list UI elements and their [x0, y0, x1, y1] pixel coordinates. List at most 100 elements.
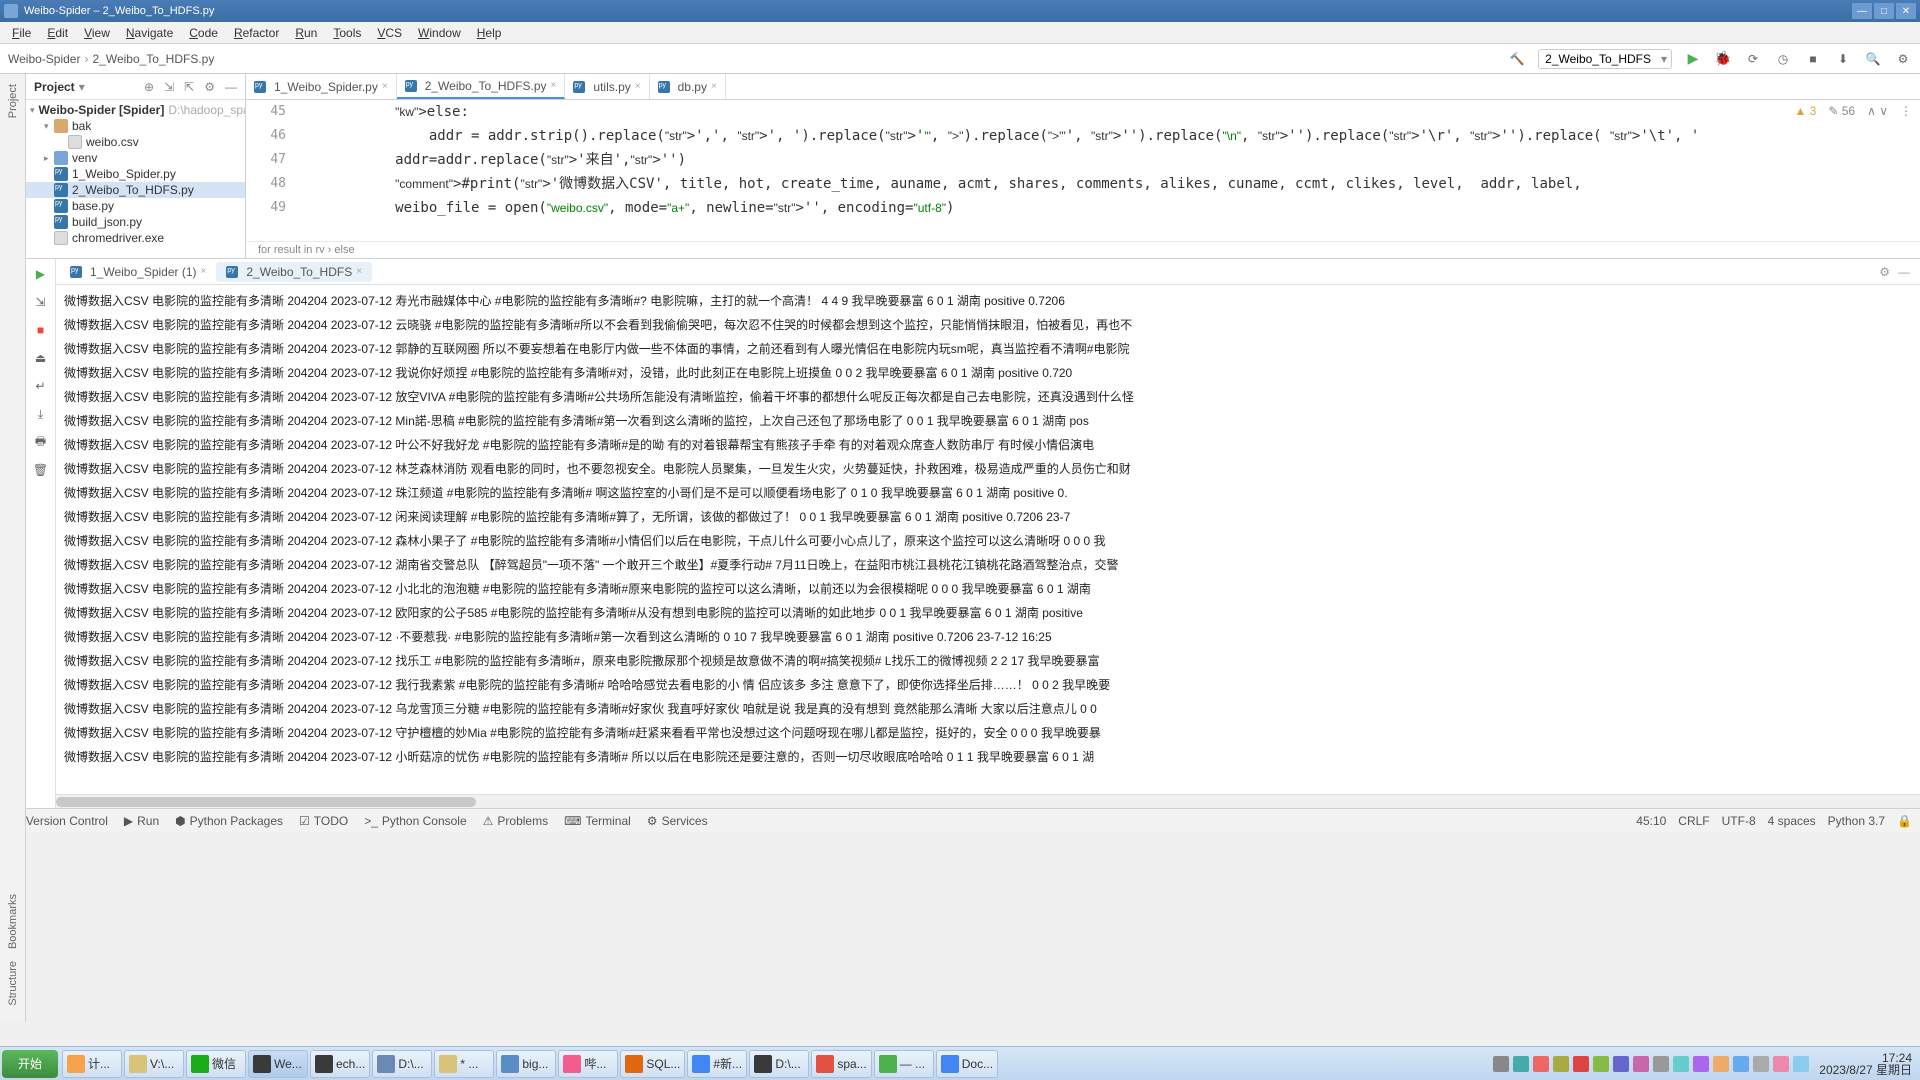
status-4 spaces[interactable]: 4 spaces — [1768, 814, 1816, 828]
taskbar-app[interactable]: * ... — [434, 1050, 494, 1078]
horizontal-scrollbar[interactable] — [56, 794, 1920, 808]
breadcrumb-file[interactable]: 2_Weibo_To_HDFS.py — [92, 52, 214, 66]
nav-chevrons[interactable]: ∧ ∨ — [1867, 104, 1888, 118]
tree-item[interactable]: base.py — [26, 198, 245, 214]
arrow-icon[interactable]: ▾ — [44, 121, 54, 132]
bottom-python-packages[interactable]: ⬢Python Packages — [175, 814, 283, 828]
tray-icon[interactable] — [1753, 1056, 1769, 1072]
close-icon[interactable]: × — [711, 81, 717, 92]
tree-item[interactable]: ▸venv — [26, 150, 245, 166]
menu-refactor[interactable]: Refactor — [226, 24, 287, 42]
run-button[interactable]: ▶ — [1684, 50, 1702, 68]
tray-icon[interactable] — [1573, 1056, 1589, 1072]
bottom-python-console[interactable]: >_Python Console — [364, 814, 466, 828]
tray-icon[interactable] — [1673, 1056, 1689, 1072]
menu-edit[interactable]: Edit — [39, 24, 76, 42]
taskbar-app[interactable]: 哔... — [558, 1050, 618, 1078]
tray-icon[interactable] — [1533, 1056, 1549, 1072]
status-Python 3.7[interactable]: Python 3.7 — [1828, 814, 1885, 828]
run-gear-icon[interactable]: ⚙ — [1879, 265, 1890, 279]
menu-navigate[interactable]: Navigate — [118, 24, 181, 42]
taskbar-app[interactable]: D:\... — [749, 1050, 809, 1078]
status-CRLF[interactable]: CRLF — [1678, 814, 1709, 828]
gear-icon[interactable]: ⚙ — [204, 80, 215, 94]
bottom-terminal[interactable]: ⌨Terminal — [564, 814, 631, 828]
print-icon[interactable]: 🖶 — [32, 433, 50, 451]
build-icon[interactable]: 🔨 — [1508, 50, 1526, 68]
project-tree[interactable]: ▾ Weibo-Spider [Spider] D:\hadoop_spark … — [26, 100, 245, 258]
scrollbar-thumb[interactable] — [56, 797, 476, 807]
minimize-button[interactable]: — — [1852, 3, 1872, 19]
clock[interactable]: 17:24 2023/8/27 星期日 — [1819, 1052, 1912, 1076]
close-icon[interactable]: × — [201, 266, 207, 277]
taskbar-app[interactable]: SQL... — [620, 1050, 685, 1078]
hide-icon[interactable]: — — [225, 80, 237, 94]
tree-item[interactable]: build_json.py — [26, 214, 245, 230]
close-icon[interactable]: × — [551, 80, 557, 91]
warning-icon[interactable]: ▲ 3 — [1794, 104, 1816, 118]
taskbar-app[interactable]: Doc... — [936, 1050, 998, 1078]
soft-wrap-icon[interactable]: ↵ — [32, 377, 50, 395]
run-tab[interactable]: 2_Weibo_To_HDFS× — [216, 262, 372, 282]
menu-tools[interactable]: Tools — [325, 24, 369, 42]
stop-icon[interactable]: ■ — [32, 321, 50, 339]
tray-icon[interactable] — [1513, 1056, 1529, 1072]
tray-icon[interactable] — [1553, 1056, 1569, 1072]
bottom-todo[interactable]: ☑TODO — [299, 814, 348, 828]
sidebar-structure-tab[interactable]: Structure — [7, 955, 19, 1012]
taskbar-app[interactable]: 微信 — [186, 1050, 246, 1078]
bottom-run[interactable]: ▶Run — [124, 814, 159, 828]
taskbar-app[interactable]: V:\... — [124, 1050, 184, 1078]
menu-file[interactable]: File — [4, 24, 39, 42]
close-button[interactable]: ✕ — [1896, 3, 1916, 19]
code-breadcrumb[interactable]: for result in rv › else — [246, 241, 1920, 258]
breadcrumb-root[interactable]: Weibo-Spider — [8, 52, 80, 66]
taskbar-app[interactable]: #新... — [687, 1050, 747, 1078]
sidebar-project-tab[interactable]: Project — [7, 78, 19, 124]
tray-icon[interactable] — [1653, 1056, 1669, 1072]
tab-utils.py[interactable]: utils.py× — [565, 74, 649, 99]
taskbar-app[interactable]: ech... — [310, 1050, 370, 1078]
status-UTF-8[interactable]: UTF-8 — [1722, 814, 1756, 828]
run-config-dropdown[interactable]: 2_Weibo_To_HDFS — [1538, 49, 1672, 69]
arrow-down-icon[interactable]: ▾ — [30, 105, 35, 116]
editor-inspections[interactable]: ▲ 3 ✎ 56 ∧ ∨ ⋮ — [1794, 104, 1912, 118]
tray-icon[interactable] — [1773, 1056, 1789, 1072]
code-area[interactable]: "kw">else: addr = addr.strip().replace("… — [294, 100, 1920, 241]
taskbar-app[interactable]: We... — [248, 1050, 308, 1078]
more-icon[interactable]: ⋮ — [1900, 104, 1912, 118]
coverage-icon[interactable]: ⟳ — [1744, 50, 1762, 68]
settings-icon[interactable]: ⚙ — [1894, 50, 1912, 68]
menu-vcs[interactable]: VCS — [369, 24, 410, 42]
tab-1_Weibo_Spider.py[interactable]: 1_Weibo_Spider.py× — [246, 74, 397, 99]
clear-icon[interactable]: 🗑 — [32, 461, 50, 479]
tree-root[interactable]: ▾ Weibo-Spider [Spider] D:\hadoop_spark — [26, 102, 245, 118]
arrow-icon[interactable]: ▸ — [44, 153, 54, 164]
taskbar-app[interactable]: big... — [496, 1050, 556, 1078]
stop-button[interactable]: ■ — [1804, 50, 1822, 68]
tray-icon[interactable] — [1693, 1056, 1709, 1072]
close-icon[interactable]: × — [635, 81, 641, 92]
close-icon[interactable]: × — [356, 266, 362, 277]
bottom-problems[interactable]: ⚠Problems — [483, 814, 548, 828]
system-tray[interactable]: 17:24 2023/8/27 星期日 — [1487, 1052, 1918, 1076]
tray-icon[interactable] — [1493, 1056, 1509, 1072]
tree-item[interactable]: ▾bak — [26, 118, 245, 134]
tray-icon[interactable] — [1633, 1056, 1649, 1072]
taskbar-app[interactable]: D:\... — [372, 1050, 432, 1078]
status-45:10[interactable]: 45:10 — [1636, 814, 1666, 828]
taskbar-app[interactable]: — ... — [874, 1050, 934, 1078]
tree-item[interactable]: weibo.csv — [26, 134, 245, 150]
debug-button[interactable]: 🐞 — [1714, 50, 1732, 68]
run-context-icon[interactable]: ⇲ — [32, 293, 50, 311]
menu-run[interactable]: Run — [287, 24, 325, 42]
menu-view[interactable]: View — [76, 24, 118, 42]
profile-icon[interactable]: ◷ — [1774, 50, 1792, 68]
start-button[interactable]: 开始 — [2, 1050, 58, 1078]
taskbar-app[interactable]: 计... — [62, 1050, 122, 1078]
rerun-icon[interactable]: ▶ — [32, 265, 50, 283]
tray-icon[interactable] — [1593, 1056, 1609, 1072]
menu-window[interactable]: Window — [410, 24, 469, 42]
locate-icon[interactable]: ⊕ — [144, 80, 154, 94]
close-icon[interactable]: × — [382, 81, 388, 92]
